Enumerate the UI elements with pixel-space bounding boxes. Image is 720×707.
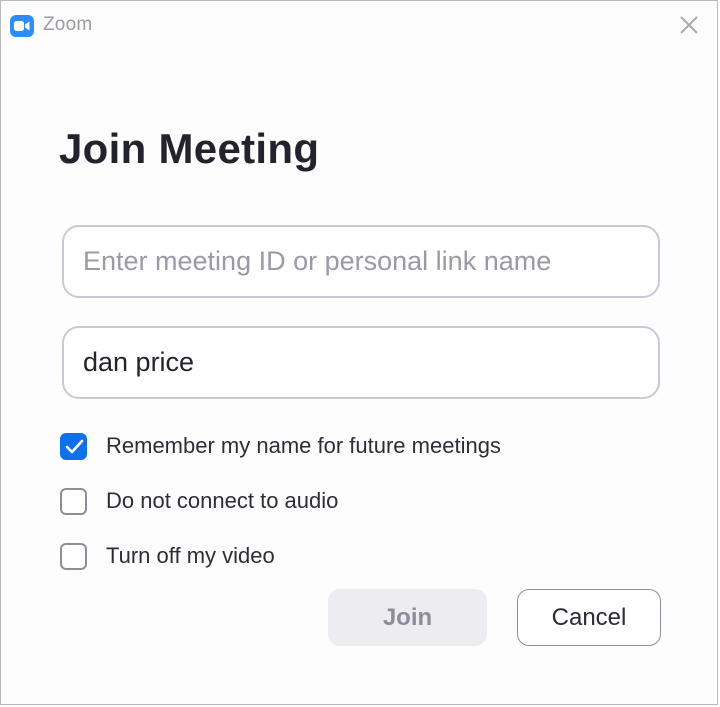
meeting-id-input[interactable] bbox=[83, 227, 643, 296]
title-bar: Zoom bbox=[1, 1, 717, 51]
dialog-heading: Join Meeting bbox=[59, 125, 320, 172]
meeting-id-field-container bbox=[62, 225, 660, 298]
remember-name-option[interactable]: Remember my name for future meetings bbox=[60, 431, 501, 461]
zoom-camera-icon bbox=[10, 15, 34, 37]
join-meeting-window: Zoom Join Meeting Remember my name for f… bbox=[0, 0, 718, 705]
name-input[interactable] bbox=[83, 328, 643, 397]
close-button[interactable] bbox=[675, 11, 703, 39]
join-button[interactable]: Join bbox=[328, 589, 487, 646]
remember-name-checkbox[interactable] bbox=[60, 432, 87, 460]
cancel-button[interactable]: Cancel bbox=[517, 589, 661, 646]
remember-name-label: Remember my name for future meetings bbox=[106, 433, 501, 458]
no-audio-checkbox[interactable] bbox=[60, 487, 87, 515]
video-off-label: Turn off my video bbox=[106, 543, 275, 568]
video-off-checkbox[interactable] bbox=[60, 542, 87, 570]
app-title: Zoom bbox=[43, 14, 93, 35]
video-off-option[interactable]: Turn off my video bbox=[60, 541, 275, 571]
close-icon bbox=[680, 16, 698, 34]
no-audio-option[interactable]: Do not connect to audio bbox=[60, 486, 338, 516]
name-field-container bbox=[62, 326, 660, 399]
no-audio-label: Do not connect to audio bbox=[106, 488, 339, 513]
checkmark-icon bbox=[65, 439, 84, 453]
